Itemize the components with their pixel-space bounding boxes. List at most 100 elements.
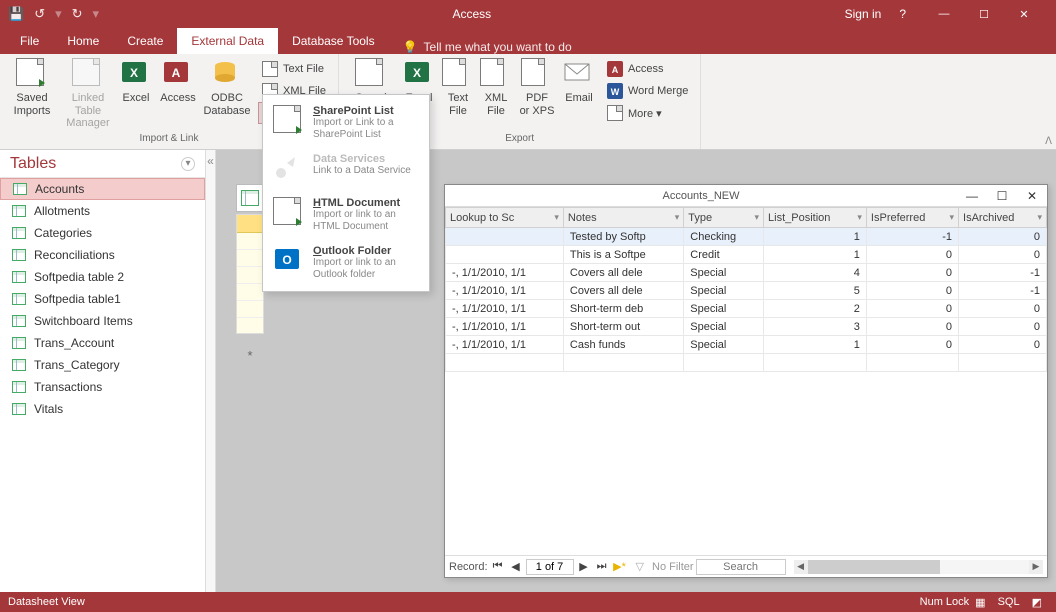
table-row[interactable]: This is a SoftpeCredit100 [446, 246, 1047, 264]
menu-data-services: Data ServicesLink to a Data Service [265, 147, 427, 191]
status-view: Datasheet View [8, 596, 85, 608]
lightbulb-icon: 💡 [403, 40, 418, 54]
tab-external-data[interactable]: External Data [177, 28, 278, 54]
tab-home[interactable]: Home [53, 28, 113, 54]
collapse-ribbon-icon[interactable]: ᐱ [1045, 136, 1052, 147]
nav-filter-icon[interactable]: ▾ [181, 157, 195, 171]
nav-item-reconciliations[interactable]: Reconciliations [0, 244, 205, 266]
rec-prev-button[interactable]: ◀ [508, 560, 524, 573]
nav-header[interactable]: Tables ▾ [0, 150, 205, 178]
table-icon [12, 381, 26, 393]
rec-new-button[interactable]: ▶* [612, 560, 628, 573]
export-access-button[interactable]: AAccess [603, 58, 692, 80]
nav-item-allotments[interactable]: Allotments [0, 200, 205, 222]
app-title: Access [99, 7, 845, 21]
table-row[interactable]: Tested by SoftpChecking1-10 [446, 228, 1047, 246]
nav-item-transactions[interactable]: Transactions [0, 376, 205, 398]
tab-file[interactable]: File [6, 28, 53, 54]
data-grid[interactable]: Lookup to Sc▾Notes▾Type▾List_Position▾Is… [445, 207, 1047, 555]
export-xml-button[interactable]: XML File [477, 56, 515, 119]
table-row[interactable]: -, 1/1/2010, 1/1Covers all deleSpecial40… [446, 264, 1047, 282]
table-row[interactable]: -, 1/1/2010, 1/1Short-term outSpecial300 [446, 318, 1047, 336]
undo-more-icon[interactable]: ▾ [55, 6, 62, 22]
view-design-icon[interactable]: ◩ [1026, 596, 1048, 609]
rec-next-button[interactable]: ▶ [576, 560, 592, 573]
import-access-button[interactable]: A Access [156, 56, 200, 107]
svg-text:X: X [413, 66, 421, 80]
minimize-button[interactable]: — [924, 0, 964, 28]
export-text-button[interactable]: Text File [439, 56, 477, 119]
export-word-merge-button[interactable]: WWord Merge [603, 80, 692, 102]
save-icon[interactable]: 💾 [8, 6, 24, 22]
svg-text:A: A [172, 66, 181, 80]
row-selector-strip [236, 214, 264, 334]
redo-icon[interactable]: ↻ [72, 6, 83, 22]
rec-position-input[interactable] [526, 559, 574, 575]
menu-sharepoint-list[interactable]: SharePoint ListImport or Link to a Share… [265, 99, 427, 147]
nav-item-trans_account[interactable]: Trans_Account [0, 332, 205, 354]
table-row[interactable]: -, 1/1/2010, 1/1Cash fundsSpecial100 [446, 336, 1047, 354]
menu-outlook-folder[interactable]: O Outlook FolderImport or link to an Out… [265, 239, 427, 287]
navigation-pane: Tables ▾ AccountsAllotmentsCategoriesRec… [0, 150, 206, 592]
view-datasheet-icon[interactable]: ▦ [969, 596, 991, 609]
export-more-button[interactable]: More ▾ [603, 102, 692, 124]
import-text-file-button[interactable]: Text File [258, 58, 330, 80]
table-row[interactable]: -, 1/1/2010, 1/1Covers all deleSpecial50… [446, 282, 1047, 300]
sub-maximize-button[interactable]: ☐ [987, 189, 1017, 203]
help-icon[interactable]: ? [899, 7, 906, 21]
import-excel-button[interactable]: X Excel [116, 56, 156, 107]
column-header[interactable]: Type▾ [684, 208, 764, 228]
status-bar: Datasheet View Num Lock ▦ SQL ◩ [0, 592, 1056, 612]
export-pdf-button[interactable]: PDF or XPS [515, 56, 559, 119]
status-numlock: Num Lock [920, 596, 970, 608]
column-header[interactable]: List_Position▾ [764, 208, 867, 228]
nav-item-accounts[interactable]: Accounts [0, 178, 205, 200]
table-icon [12, 249, 26, 261]
nav-item-vitals[interactable]: Vitals [0, 398, 205, 420]
maximize-button[interactable]: ☐ [964, 0, 1004, 28]
table-icon [12, 227, 26, 239]
import-odbc-button[interactable]: ODBC Database [200, 56, 254, 119]
table-row[interactable]: -, 1/1/2010, 1/1Short-term debSpecial200 [446, 300, 1047, 318]
svg-text:O: O [282, 253, 291, 267]
sub-close-button[interactable]: ✕ [1017, 189, 1047, 203]
saved-imports-button[interactable]: Saved Imports [4, 56, 60, 119]
rec-last-button[interactable]: ⏭ [594, 560, 610, 573]
view-sql-icon[interactable]: SQL [992, 596, 1026, 608]
nav-item-softpedia-table1[interactable]: Softpedia table1 [0, 288, 205, 310]
new-row-marker: * [236, 348, 264, 363]
nav-item-switchboard-items[interactable]: Switchboard Items [0, 310, 205, 332]
search-input[interactable] [696, 559, 786, 575]
close-button[interactable]: ✕ [1004, 0, 1044, 28]
column-header[interactable]: Lookup to Sc▾ [446, 208, 564, 228]
ribbon: Saved Imports Linked Table Manager X Exc… [0, 54, 1056, 150]
horizontal-scrollbar[interactable]: ◀▶ [794, 560, 1043, 574]
sub-minimize-button[interactable]: — [957, 189, 987, 203]
rec-first-button[interactable]: ⏮ [490, 560, 506, 573]
record-navigator: Record: ⏮ ◀ ▶ ⏭ ▶* ▽ No Filter ◀▶ [445, 555, 1047, 577]
datasheet-window: Accounts_NEW — ☐ ✕ Lookup to Sc▾Notes▾Ty… [444, 184, 1048, 578]
nav-collapse-button[interactable]: « [206, 150, 216, 592]
column-header[interactable]: IsPreferred▾ [866, 208, 958, 228]
new-row[interactable] [446, 354, 1047, 372]
tab-create[interactable]: Create [113, 28, 177, 54]
column-header[interactable]: IsArchived▾ [959, 208, 1047, 228]
nav-item-softpedia-table-2[interactable]: Softpedia table 2 [0, 266, 205, 288]
menu-html-document[interactable]: HTML DocumentImport or link to an HTML D… [265, 191, 427, 239]
filter-icon[interactable]: ▽ [630, 560, 650, 573]
design-tab-icon[interactable] [236, 184, 264, 212]
signin-link[interactable]: Sign in [845, 7, 882, 21]
undo-icon[interactable]: ↺ [34, 6, 45, 22]
tell-me[interactable]: 💡 Tell me what you want to do [389, 40, 586, 54]
export-email-button[interactable]: Email [559, 56, 599, 107]
column-header[interactable]: Notes▾ [563, 208, 683, 228]
table-icon [12, 337, 26, 349]
nav-item-trans_category[interactable]: Trans_Category [0, 354, 205, 376]
ribbon-tabs: File Home Create External Data Database … [0, 28, 1056, 54]
svg-text:A: A [612, 65, 619, 75]
nav-item-categories[interactable]: Categories [0, 222, 205, 244]
tab-database-tools[interactable]: Database Tools [278, 28, 389, 54]
table-icon [12, 271, 26, 283]
table-icon [12, 359, 26, 371]
qat-customize-icon[interactable]: ▾ [93, 6, 100, 22]
